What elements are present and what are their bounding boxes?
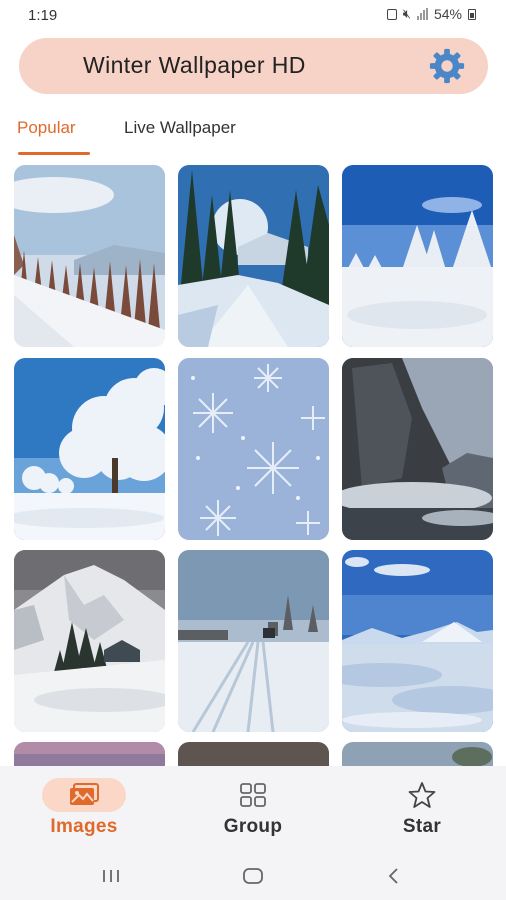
wallpaper-grid [0, 164, 506, 766]
status-bar: 1:19 🔇︎ 54% [0, 0, 506, 32]
wallpaper-thumbnail[interactable] [178, 550, 329, 732]
mute-icon: 🔇︎ [402, 6, 411, 21]
wallpaper-thumbnail[interactable] [178, 165, 329, 347]
wallpaper-thumbnail[interactable] [342, 550, 493, 732]
wallpaper-image [342, 358, 493, 540]
wallpaper-image [342, 550, 493, 732]
wallpaper-thumbnail[interactable] [14, 358, 165, 540]
wallpaper-image [14, 165, 165, 347]
nav-images-label: Images [50, 816, 118, 837]
wallpaper-image [178, 550, 329, 732]
nav-star-label: Star [402, 816, 442, 837]
wallpaper-image [178, 742, 329, 766]
nav-group-label: Group [223, 816, 283, 837]
wallpaper-image [14, 358, 165, 540]
app-title: Winter Wallpaper HD [83, 52, 306, 78]
star-icon [408, 782, 436, 808]
notification-icon [386, 8, 397, 20]
wallpaper-thumbnail[interactable] [14, 742, 165, 766]
wallpaper-thumbnail[interactable] [178, 358, 329, 540]
wallpaper-image [342, 742, 493, 766]
system-nav-bar [0, 862, 506, 900]
grid-icon [240, 783, 266, 807]
wallpaper-thumbnail[interactable] [342, 165, 493, 347]
gear-icon [429, 48, 465, 84]
image-icon [70, 783, 99, 805]
wallpaper-image [14, 742, 165, 766]
nav-star-pill [380, 778, 464, 812]
tab-popular[interactable]: Popular [17, 118, 76, 138]
wallpaper-image [14, 550, 165, 732]
wallpaper-thumbnail[interactable] [178, 742, 329, 766]
tab-bar: Popular Live Wallpaper [0, 112, 506, 158]
wallpaper-image [178, 165, 329, 347]
wallpaper-thumbnail[interactable] [14, 165, 165, 347]
home-icon [243, 868, 263, 884]
recents-icon [103, 870, 119, 882]
nav-images[interactable]: Images [4, 766, 164, 862]
home-button[interactable] [241, 866, 265, 891]
wallpaper-thumbnail[interactable] [14, 550, 165, 732]
status-icons: 🔇︎ 54% [386, 6, 476, 22]
wallpaper-thumbnail[interactable] [342, 742, 493, 766]
tab-live-wallpaper[interactable]: Live Wallpaper [124, 118, 236, 138]
nav-group-pill [211, 778, 295, 812]
bottom-nav: Images Group Star [0, 766, 506, 862]
recents-button[interactable] [100, 866, 122, 891]
nav-images-pill [42, 778, 126, 812]
wallpaper-image [342, 165, 493, 347]
wallpaper-thumbnail[interactable] [342, 358, 493, 540]
battery-percent: 54% [433, 6, 462, 22]
back-button[interactable] [385, 866, 403, 891]
nav-group[interactable]: Group [173, 766, 333, 862]
tab-indicator [18, 152, 90, 155]
settings-button[interactable] [428, 47, 466, 85]
wallpaper-image [178, 358, 329, 540]
back-icon [388, 868, 398, 884]
app-bar: Winter Wallpaper HD [19, 38, 488, 94]
battery-icon [468, 8, 476, 20]
nav-star[interactable]: Star [342, 766, 502, 862]
status-time: 1:19 [28, 7, 58, 24]
signal-icon [416, 8, 428, 20]
